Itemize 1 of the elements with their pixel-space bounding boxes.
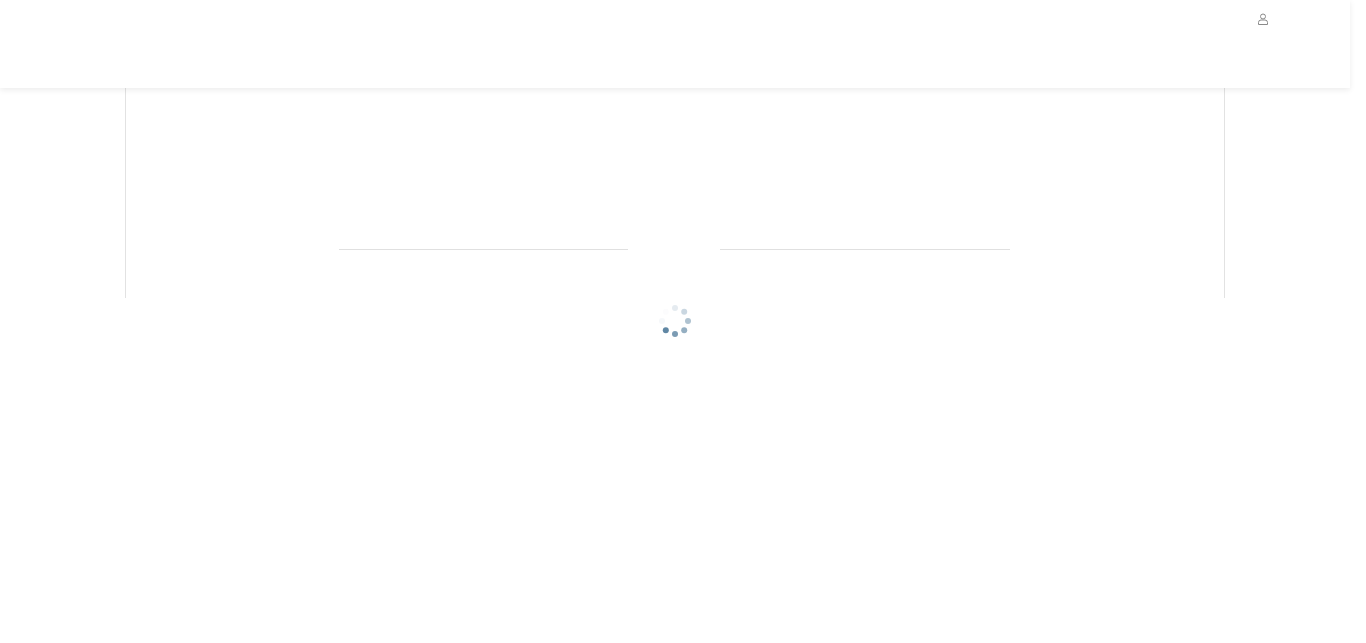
user-icon[interactable]: [1257, 13, 1269, 25]
